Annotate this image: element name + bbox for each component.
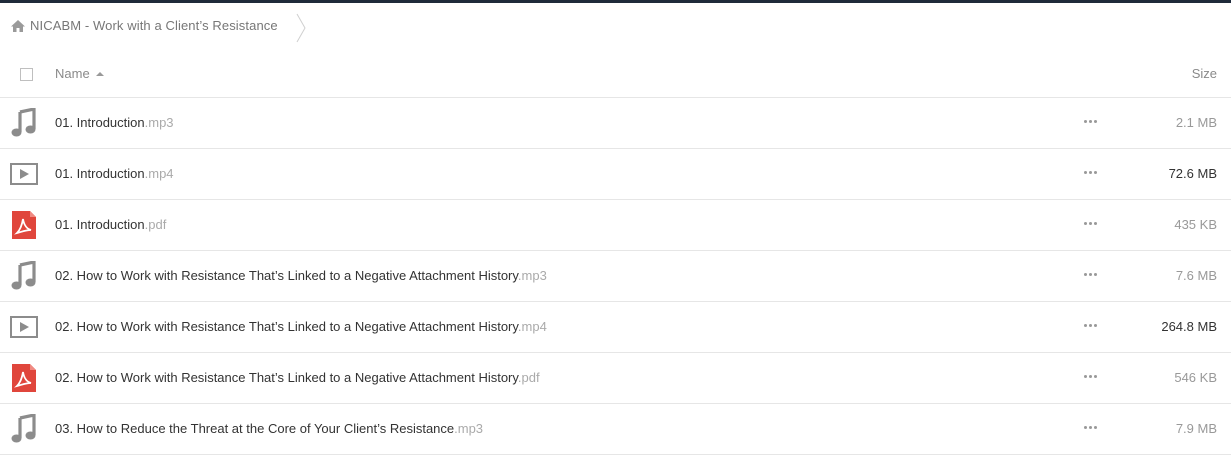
file-name[interactable]: 03. How to Reduce the Threat at the Core… <box>55 421 483 436</box>
more-options-icon[interactable] <box>1084 120 1097 123</box>
file-basename: 02. How to Work with Resistance That’s L… <box>55 319 518 334</box>
more-options-icon[interactable] <box>1084 375 1097 378</box>
file-name[interactable]: 02. How to Work with Resistance That’s L… <box>55 268 547 283</box>
home-icon[interactable] <box>10 18 26 34</box>
pdf-file-icon <box>10 363 38 393</box>
video-file-icon <box>10 159 38 189</box>
file-name[interactable]: 01. Introduction.mp3 <box>55 115 174 130</box>
file-row[interactable]: 02. How to Work with Resistance That’s L… <box>0 251 1231 302</box>
pdf-file-icon <box>10 210 38 240</box>
more-options-icon[interactable] <box>1084 273 1097 276</box>
file-row[interactable]: 01. Introduction.mp4 72.6 MB <box>0 149 1231 200</box>
more-options-icon[interactable] <box>1084 171 1097 174</box>
file-extension: .pdf <box>517 370 540 385</box>
file-row[interactable]: 02. How to Work with Resistance That’s L… <box>0 302 1231 353</box>
file-row[interactable]: 01. Introduction.mp3 2.1 MB <box>0 98 1231 149</box>
file-row[interactable]: 03. How to Reduce the Threat at the Core… <box>0 404 1231 455</box>
more-options-icon[interactable] <box>1084 426 1097 429</box>
file-name[interactable]: 02. How to Work with Resistance That’s L… <box>55 370 540 385</box>
file-row[interactable]: 01. Introduction.pdf 435 KB <box>0 200 1231 251</box>
file-size: 435 KB <box>1174 217 1217 232</box>
file-size: 72.6 MB <box>1168 166 1217 181</box>
file-basename: 02. How to Work with Resistance That’s L… <box>55 370 518 385</box>
file-extension: .pdf <box>144 217 167 232</box>
file-extension: .mp3 <box>454 421 484 436</box>
file-size: 7.6 MB <box>1175 268 1217 283</box>
file-extension: .mp3 <box>144 115 174 130</box>
breadcrumb-separator-icon <box>296 13 306 43</box>
file-name[interactable]: 02. How to Work with Resistance That’s L… <box>55 319 547 334</box>
more-options-icon[interactable] <box>1084 324 1097 327</box>
size-column-header[interactable]: Size <box>1192 66 1217 81</box>
file-size: 546 KB <box>1174 370 1217 385</box>
more-options-icon[interactable] <box>1084 222 1097 225</box>
breadcrumb-folder[interactable]: NICABM - Work with a Client’s Resistance <box>30 18 278 33</box>
name-column-header[interactable]: Name <box>55 66 104 81</box>
sort-ascending-icon <box>95 71 104 76</box>
select-all-checkbox[interactable] <box>20 68 33 81</box>
file-basename: 01. Introduction <box>55 217 145 232</box>
list-header: Name Size <box>0 48 1231 98</box>
file-basename: 03. How to Reduce the Threat at the Core… <box>55 421 455 436</box>
file-size: 264.8 MB <box>1161 319 1217 334</box>
name-column-label: Name <box>55 66 90 81</box>
file-name[interactable]: 01. Introduction.pdf <box>55 217 166 232</box>
file-basename: 01. Introduction <box>55 166 145 181</box>
file-size: 7.9 MB <box>1175 421 1217 436</box>
breadcrumb: NICABM - Work with a Client’s Resistance <box>0 3 1231 48</box>
audio-file-icon <box>10 107 38 138</box>
file-name[interactable]: 01. Introduction.mp4 <box>55 166 174 181</box>
video-file-icon <box>10 312 38 342</box>
file-basename: 01. Introduction <box>55 115 145 130</box>
file-extension: .mp4 <box>517 319 547 334</box>
file-extension: .mp3 <box>517 268 547 283</box>
file-size: 2.1 MB <box>1175 115 1217 130</box>
file-extension: .mp4 <box>144 166 174 181</box>
file-basename: 02. How to Work with Resistance That’s L… <box>55 268 518 283</box>
audio-file-icon <box>10 413 38 444</box>
file-list: 01. Introduction.mp3 2.1 MB 01. Introducti… <box>0 98 1231 455</box>
file-row[interactable]: 02. How to Work with Resistance That’s L… <box>0 353 1231 404</box>
audio-file-icon <box>10 260 38 291</box>
